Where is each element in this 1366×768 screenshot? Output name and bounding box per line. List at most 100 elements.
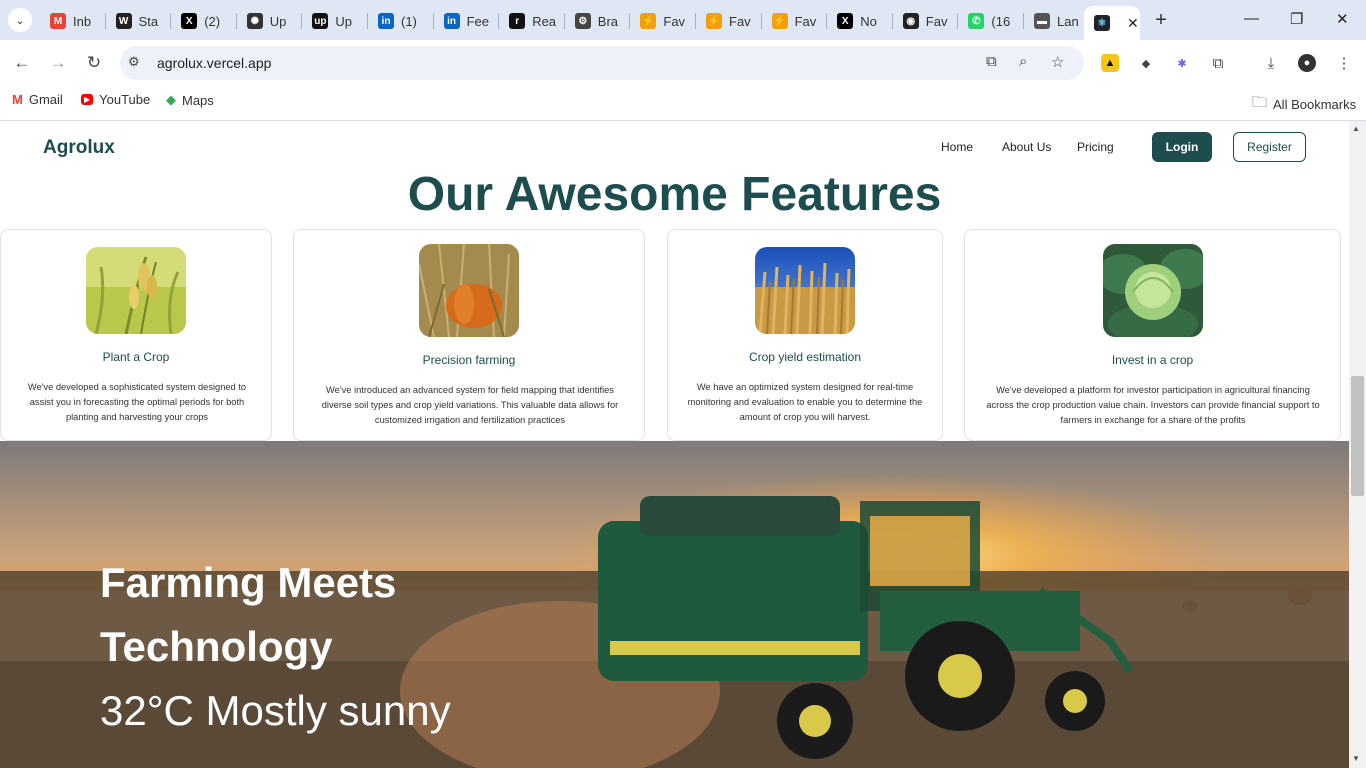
browser-tab[interactable]: up Up <box>302 8 368 34</box>
feature-description: We've developed a platform for investor … <box>986 385 1320 425</box>
tab-strip: ⌄ M Inb W Sta X (2) ✺ Up up Up in (1) in Fee r Rea ⚙ Bra ⚡… <box>0 0 1366 40</box>
bookmark-label: Gmail <box>28 92 63 107</box>
feature-description: We've introduced an advanced system for … <box>321 385 619 425</box>
site-icon: ▬ <box>1034 13 1050 29</box>
tab-label: Fav <box>729 13 751 29</box>
scrollbar-thumb[interactable] <box>1351 376 1364 496</box>
tab-search-button[interactable]: ⌄ <box>8 8 32 32</box>
nav-about[interactable]: About Us <box>1002 140 1051 154</box>
tab-label: Fee <box>466 13 489 29</box>
nav-home[interactable]: Home <box>941 140 973 154</box>
tab-label: Up <box>335 13 353 29</box>
render-icon: r <box>509 13 526 29</box>
feature-title: Invest in a crop <box>1111 353 1194 367</box>
bolt-icon: ⚡ <box>706 13 722 29</box>
feature-card: Crop yield estimation We have an optimiz… <box>667 229 943 441</box>
browser-tab[interactable]: ◉ Fav <box>893 8 959 34</box>
tab-label: Inb <box>73 13 92 29</box>
bookmark-star-icon[interactable]: ☆ <box>1051 53 1064 71</box>
site-logo[interactable]: Agrolux <box>43 137 115 159</box>
tab-label: (16 <box>991 13 1011 29</box>
minimize-button[interactable]: — <box>1244 10 1259 27</box>
gmail-icon: M <box>12 92 23 107</box>
extension-icon[interactable]: ✱ <box>1173 54 1191 72</box>
url-text[interactable]: agrolux.vercel.app <box>157 55 271 71</box>
tab-label: Up <box>269 13 287 29</box>
feature-description: We've developed a sophisticated system d… <box>27 382 247 422</box>
bookmark-youtube[interactable]: ▶ YouTube <box>81 92 150 107</box>
nav-pricing[interactable]: Pricing <box>1077 140 1114 154</box>
wheat-field-image <box>755 247 855 334</box>
feature-card: Invest in a crop We've developed a platf… <box>964 229 1341 441</box>
browser-tab[interactable]: W Sta <box>106 8 172 34</box>
browser-tab[interactable]: ⚡ Fav <box>630 8 696 34</box>
profile-avatar[interactable]: ● <box>1298 54 1316 72</box>
upwork-icon: up <box>312 13 329 29</box>
feature-card: Plant a Crop We've developed a sophistic… <box>0 229 272 441</box>
tab-label: Sta <box>138 13 159 29</box>
login-button[interactable]: Login <box>1152 132 1212 162</box>
scroll-down-icon[interactable]: ▼ <box>1352 754 1360 763</box>
tab-active[interactable]: ⚛ ✕ <box>1084 6 1140 40</box>
browser-tab[interactable]: in Fee <box>434 8 500 34</box>
hero-banner: Farming Meets Technology 32°C Mostly sun… <box>0 441 1349 768</box>
wiki-icon: W <box>115 13 132 29</box>
tab-label: No <box>860 13 877 29</box>
linkedin-icon: in <box>378 13 394 29</box>
site-info-icon[interactable]: ⚙ <box>128 54 140 70</box>
browser-tab[interactable]: ⚡ Fav <box>762 8 828 34</box>
browser-tab[interactable]: X No <box>827 8 893 34</box>
gear-icon: ⚙ <box>574 13 591 29</box>
extension-icon[interactable]: ▲ <box>1101 54 1119 72</box>
all-bookmarks[interactable]: 🗀 All Bookmarks <box>1252 92 1356 117</box>
close-tab-icon[interactable]: ✕ <box>1127 15 1139 32</box>
download-icon[interactable]: ⤓ <box>1262 54 1280 72</box>
hero-title-line2: Technology <box>100 623 333 670</box>
bookmark-gmail[interactable]: M Gmail <box>12 92 63 107</box>
browser-tab[interactable]: M Inb <box>40 8 106 34</box>
back-button[interactable]: ← <box>12 53 32 73</box>
install-app-icon[interactable]: ⧉ <box>986 53 997 70</box>
chevron-down-icon: ⌄ <box>15 14 25 27</box>
bolt-icon: ⚡ <box>640 13 657 29</box>
pumpkin-field-image <box>419 244 519 337</box>
browser-tab[interactable]: r Rea <box>499 8 565 34</box>
extensions-puzzle-icon[interactable]: ⧉ <box>1209 54 1227 72</box>
tab-label: Fav <box>925 13 948 29</box>
tab-label: Rea <box>532 13 557 29</box>
github-icon: ◉ <box>902 13 919 29</box>
new-tab-button[interactable]: + <box>1150 9 1172 32</box>
react-icon: ⚛ <box>1094 15 1110 31</box>
hero-weather: 32°C Mostly sunny <box>100 687 451 734</box>
browser-tab[interactable]: X (2) <box>171 8 237 34</box>
browser-tab[interactable]: ✺ Up <box>237 8 303 34</box>
feature-card: Precision farming We've introduced an ad… <box>293 229 645 441</box>
browser-tab[interactable]: ⚙ Bra <box>565 8 631 34</box>
bookmark-label: Maps <box>182 92 214 108</box>
feature-title: Precision farming <box>422 353 516 367</box>
tab-label: (1) <box>401 13 417 29</box>
close-window-button[interactable]: ✕ <box>1336 10 1349 28</box>
web-page: Agrolux Home About Us Pricing Login Regi… <box>0 121 1349 768</box>
browser-tab[interactable]: in (1) <box>368 8 434 34</box>
browser-tab[interactable]: ⚡ Fav <box>696 8 762 34</box>
all-bookmarks-label: All Bookmarks <box>1273 97 1357 112</box>
bolt-icon: ⚡ <box>771 13 788 29</box>
maps-icon: ◆ <box>166 92 176 107</box>
register-button[interactable]: Register <box>1233 132 1306 162</box>
browser-tab[interactable]: ▬ Lan <box>1024 8 1090 34</box>
reload-button[interactable]: ↻ <box>84 53 104 73</box>
maximize-button[interactable]: ❐ <box>1290 10 1303 28</box>
zoom-icon[interactable]: ⌕ <box>1019 53 1027 70</box>
scroll-up-icon[interactable]: ▲ <box>1352 124 1360 133</box>
extension-icon[interactable]: ◆ <box>1137 54 1155 72</box>
forward-button[interactable]: → <box>48 53 68 73</box>
browser-tab[interactable]: ✆ (16 <box>958 8 1024 34</box>
youtube-icon: ▶ <box>81 94 94 105</box>
menu-icon[interactable]: ⋮ <box>1335 54 1353 72</box>
openai-icon: ✺ <box>246 13 263 29</box>
bookmark-maps[interactable]: ◆ Maps <box>166 92 214 108</box>
tab-label: Fav <box>663 13 686 29</box>
feature-title: Plant a Crop <box>102 350 170 364</box>
tab-label: Fav <box>794 13 817 29</box>
